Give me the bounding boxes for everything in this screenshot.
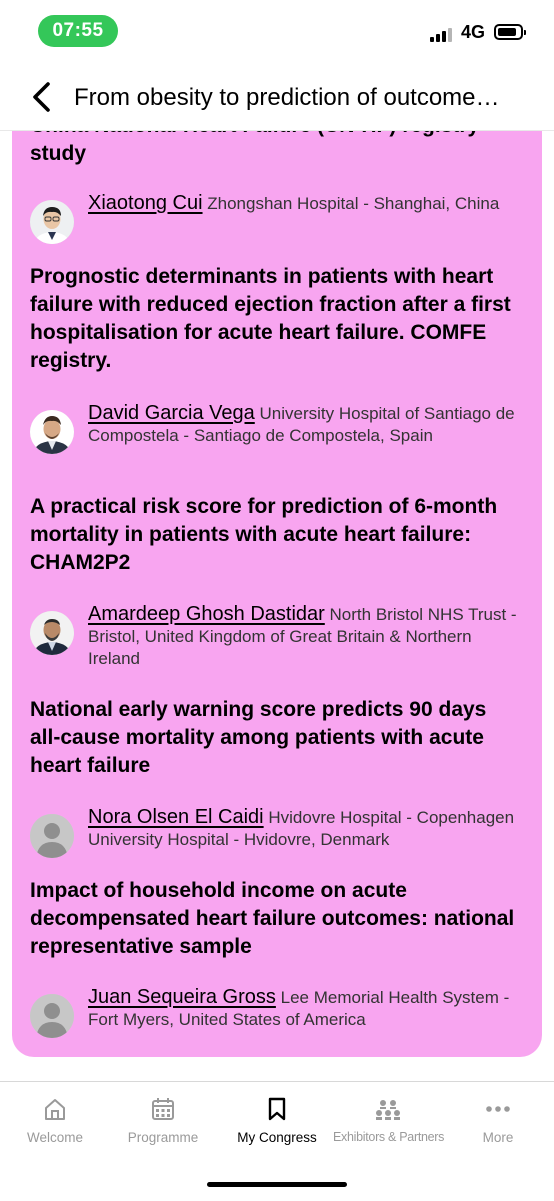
speaker-avatar [30, 200, 74, 244]
tab-label: Programme [127, 1130, 199, 1145]
home-indicator[interactable] [207, 1182, 347, 1187]
battery-icon [494, 24, 526, 40]
avatar-placeholder-icon [30, 814, 74, 858]
talk-title: Prognostic determinants in patients with… [30, 265, 511, 372]
tab-exhibitors-partners[interactable]: Exhibitors & Partners [333, 1096, 445, 1156]
more-icon [486, 1106, 510, 1112]
tab-programme[interactable]: Programme [108, 1096, 218, 1156]
tab-my-congress[interactable]: My Congress [222, 1096, 332, 1156]
tab-label: My Congress [237, 1130, 317, 1145]
speaker-name-link[interactable]: Amardeep Ghosh Dastidar [88, 603, 325, 625]
network-icon [376, 1100, 400, 1120]
avatar-placeholder-icon [30, 994, 74, 1038]
home-icon [45, 1099, 65, 1120]
tab-label: More [482, 1130, 514, 1145]
calendar-icon [152, 1098, 174, 1120]
battery-fill [498, 28, 516, 36]
tab-more[interactable]: More [443, 1096, 553, 1156]
talk-title: A practical risk score for prediction of… [30, 495, 498, 574]
talk-title: China National Heart Failure (CN-HF) reg… [30, 130, 479, 165]
back-button[interactable] [26, 80, 60, 114]
talk-title: National early warning score predicts 90… [30, 698, 487, 777]
talk-title: Impact of household income on acute deco… [30, 879, 515, 958]
speaker-name-link[interactable]: Juan Sequeira Gross [88, 986, 276, 1008]
page-title: From obesity to prediction of outcome… [74, 84, 500, 111]
tab-label: Exhibitors & Partners [333, 1130, 445, 1144]
status-bar: 07:55 4G [0, 0, 554, 64]
speaker-avatar [30, 611, 74, 655]
signal-icon [430, 26, 456, 42]
session-card: China National Heart Failure (CN-HF) reg… [12, 130, 542, 1057]
chevron-left-icon [33, 82, 50, 112]
nav-header: From obesity to prediction of outcome… [0, 64, 554, 131]
speaker-name-link[interactable]: Nora Olsen El Caidi [88, 806, 264, 828]
network-type: 4G [461, 22, 486, 42]
status-time: 07:55 [38, 15, 118, 47]
session-content[interactable]: China National Heart Failure (CN-HF) reg… [0, 130, 554, 1080]
bookmark-icon [268, 1097, 286, 1121]
tab-welcome[interactable]: Welcome [0, 1096, 110, 1156]
tab-label: Welcome [26, 1130, 84, 1145]
speaker-name-link[interactable]: Xiaotong Cui [88, 192, 203, 214]
speaker-name-link[interactable]: David Garcia Vega [88, 402, 255, 424]
speaker-affiliation: Zhongshan Hospital - Shanghai, China [207, 194, 500, 213]
speaker-avatar [30, 410, 74, 454]
